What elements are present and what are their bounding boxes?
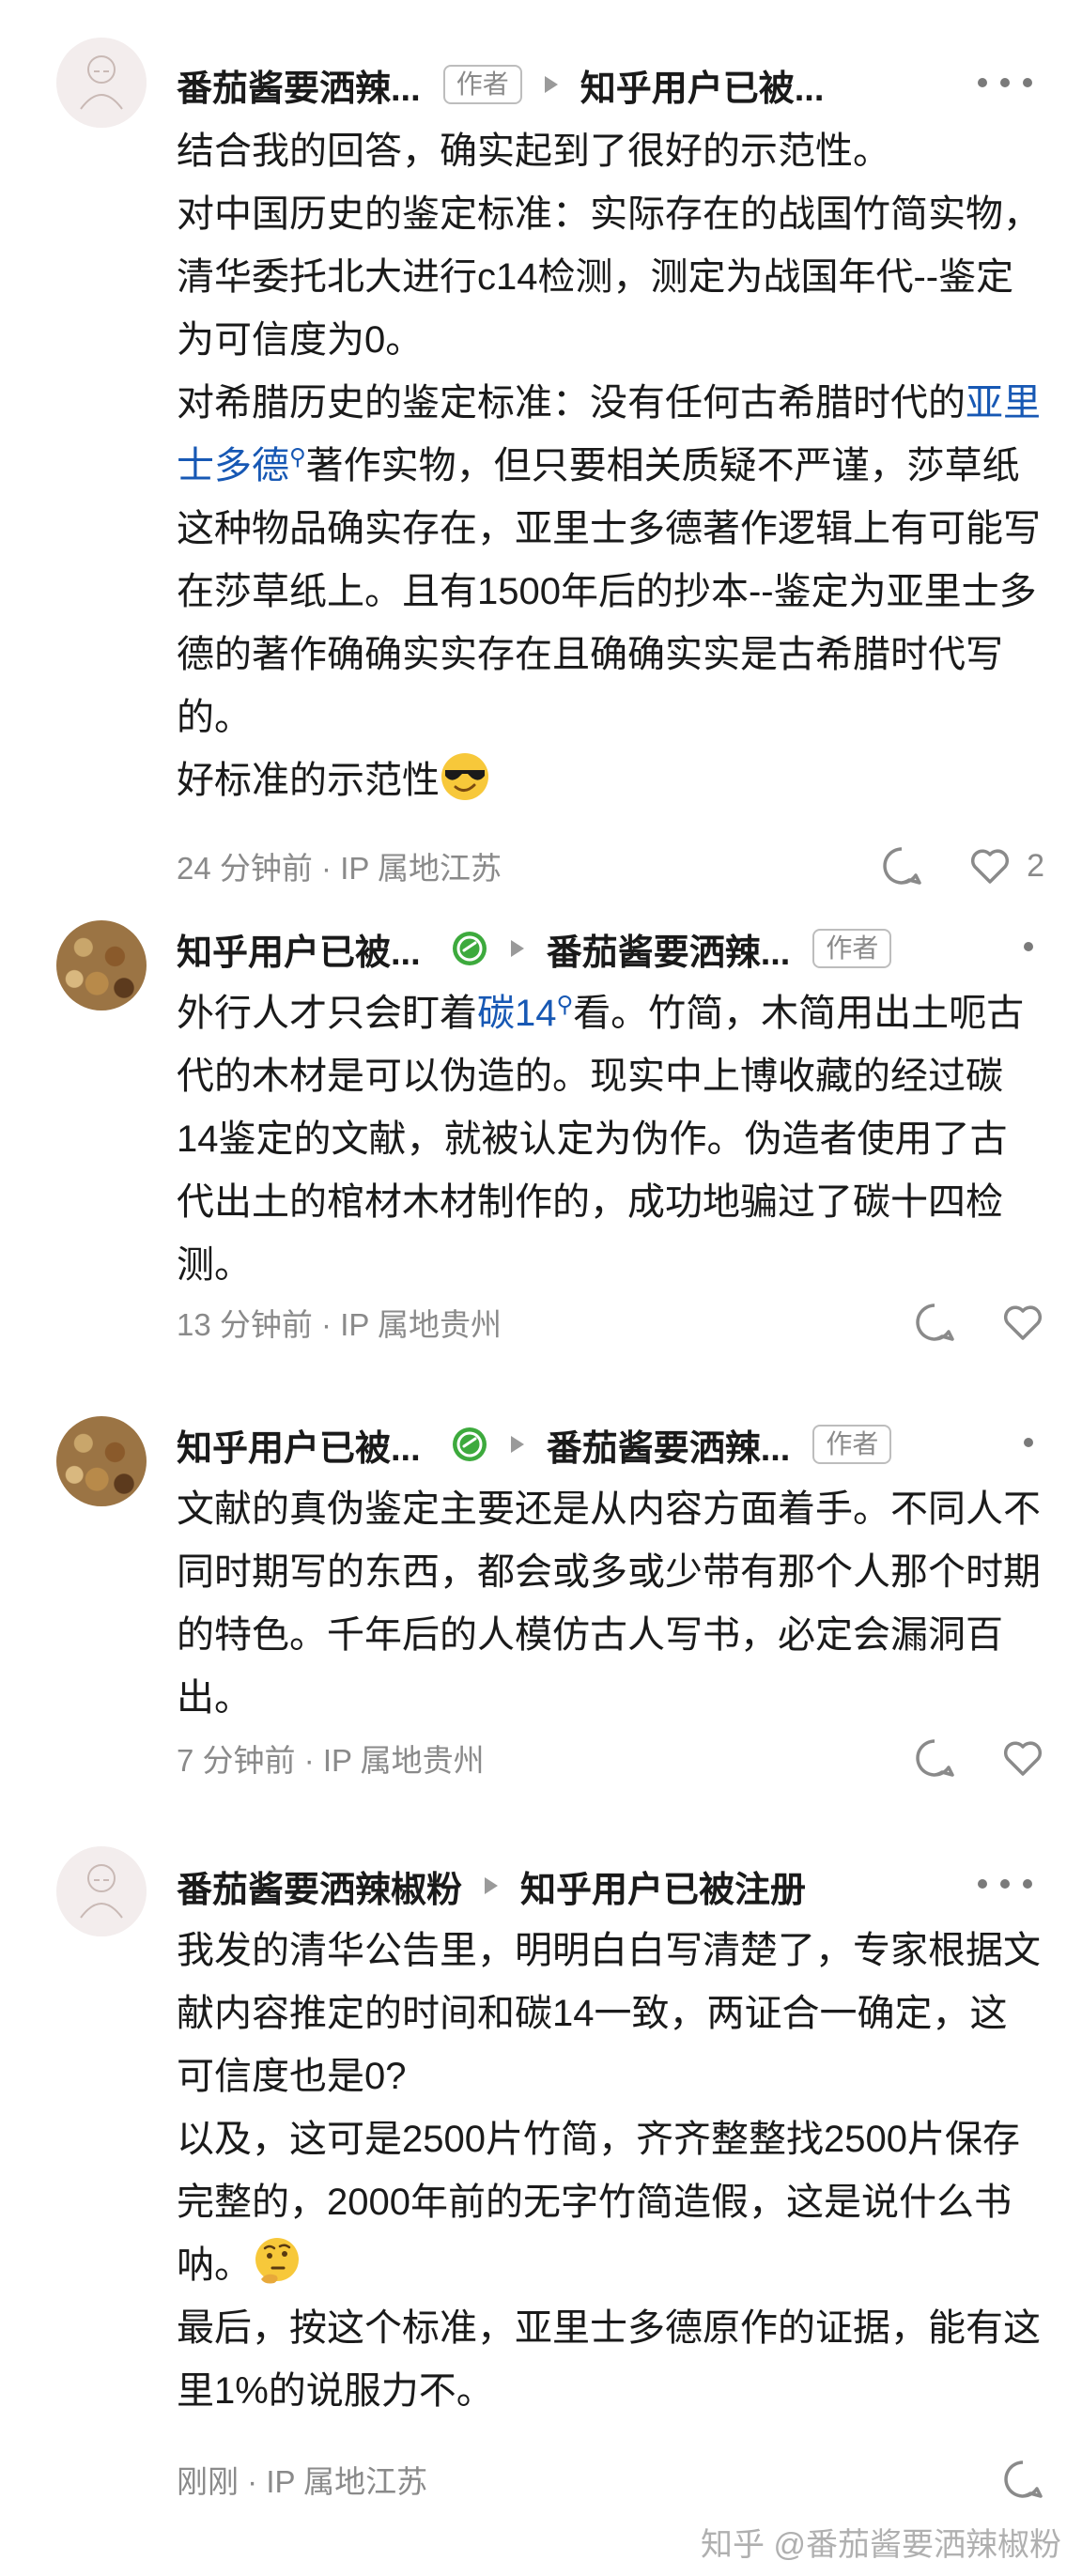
author-badge: 作者 xyxy=(812,929,892,968)
like-button[interactable] xyxy=(1001,1736,1044,1780)
author-badge: 作者 xyxy=(442,65,522,104)
comment-paragraph: 对希腊历史的鉴定标准：没有任何古希腊时代的亚里士多德⚲著作实物，但只要相关质疑不… xyxy=(177,382,1041,738)
comment-paragraph: 最后，按这个标准，亚里士多德原作的证据，能有这里1%的说服力不。 xyxy=(177,2307,1041,2412)
comment-paragraph: 好标准的示范性 xyxy=(177,749,1041,812)
comment-meta: 13 分钟前 · IP 属地贵州 xyxy=(177,1300,1044,1345)
comment-body: 我发的清华公告里，明明白白写清楚了，专家根据文献内容推定的时间和碳14一致，两证… xyxy=(177,1920,1041,2423)
reply-icon[interactable] xyxy=(913,1736,956,1780)
comment-paragraph: 外行人才只会盯着碳14⚲看。竹简，木简用出土呃古代的木材是可以伪造的。现实中上博… xyxy=(177,992,1025,1286)
comment-header: 知乎用户已被... 番茄酱要洒辣... 作者 xyxy=(177,1418,1044,1471)
comment-body: 文献的真伪鉴定主要还是从内容方面着手。不同人不同时期写的东西，都会或多或少带有那… xyxy=(177,1478,1041,1730)
reply-icon[interactable] xyxy=(913,1301,956,1344)
keyword-link[interactable]: 碳14 xyxy=(477,993,557,1034)
author-name[interactable]: 番茄酱要洒辣椒粉 xyxy=(177,1860,462,1912)
like-count: 2 xyxy=(1027,847,1044,884)
comment-paragraph: 我发的清华公告里，明明白白写清楚了，专家根据文献内容推定的时间和碳14一致，两证… xyxy=(177,1930,1041,2097)
verified-badge-icon xyxy=(452,932,487,965)
more-icon[interactable] xyxy=(975,73,1035,92)
author-badge: 作者 xyxy=(812,1425,892,1464)
like-button[interactable]: 2 xyxy=(968,844,1044,887)
watermark: 知乎 @番茄酱要洒辣椒粉 xyxy=(701,2527,1061,2563)
comment-header: 番茄酱要洒辣椒粉 知乎用户已被注册 xyxy=(177,1859,1044,1912)
comment-meta: 7 分钟前 · IP 属地贵州 xyxy=(177,1735,1044,1781)
avatar[interactable] xyxy=(56,1846,147,1936)
comment-time: 7 分钟前 · IP 属地贵州 xyxy=(177,1743,485,1778)
avatar[interactable] xyxy=(56,920,147,1010)
comment-paragraph: 文献的真伪鉴定主要还是从内容方面着手。不同人不同时期写的东西，都会或多或少带有那… xyxy=(177,1489,1041,1719)
reply-arrow-icon xyxy=(510,940,524,957)
reply-arrow-icon xyxy=(544,76,558,93)
reply-to-name[interactable]: 番茄酱要洒辣... xyxy=(547,923,791,975)
comment-time: 24 分钟前 · IP 属地江苏 xyxy=(177,851,502,886)
cartoon-avatar-icon xyxy=(56,1846,147,1936)
thinking-emoji-icon xyxy=(255,2238,299,2284)
verified-badge-icon xyxy=(452,1427,487,1461)
search-icon: ⚲ xyxy=(556,992,574,1018)
heart-icon xyxy=(971,849,1010,884)
search-icon: ⚲ xyxy=(289,444,306,470)
reply-to-name[interactable]: 知乎用户已被... xyxy=(580,59,825,111)
cartoon-avatar-icon xyxy=(56,38,147,128)
author-name[interactable]: 知乎用户已被... xyxy=(177,1419,421,1471)
author-name[interactable]: 知乎用户已被... xyxy=(177,923,421,975)
comment-header: 番茄酱要洒辣... 作者 知乎用户已被... xyxy=(177,58,1044,111)
reply-arrow-icon xyxy=(485,1877,499,1894)
more-icon[interactable] xyxy=(1022,937,1035,956)
comment-time: 13 分钟前 · IP 属地贵州 xyxy=(177,1307,502,1342)
comment-paragraph: 对中国历史的鉴定标准：实际存在的战国竹简实物，清华委托北大进行c14检测，测定为… xyxy=(177,193,1041,361)
like-button[interactable] xyxy=(1001,1301,1044,1344)
comment-paragraph: 结合我的回答，确实起到了很好的示范性。 xyxy=(177,131,890,172)
heart-icon xyxy=(1003,1305,1043,1340)
reply-arrow-icon xyxy=(510,1436,524,1453)
avatar[interactable] xyxy=(56,38,147,128)
reply-to-name[interactable]: 知乎用户已被注册 xyxy=(520,1860,806,1912)
comment-meta: 刚刚 · IP 属地江苏 xyxy=(177,2457,1044,2502)
comment-body: 结合我的回答，确实起到了很好的示范性。 对中国历史的鉴定标准：实际存在的战国竹简… xyxy=(177,120,1041,812)
reply-icon[interactable] xyxy=(880,844,923,887)
comment-paragraph: 以及，这可是2500片竹简，齐齐整整找2500片保存完整的，2000年前的无字竹… xyxy=(177,2119,1020,2286)
sunglasses-emoji-icon xyxy=(441,753,488,800)
more-icon[interactable] xyxy=(975,1874,1035,1893)
reply-to-name[interactable]: 番茄酱要洒辣... xyxy=(547,1419,791,1471)
more-icon[interactable] xyxy=(1022,1433,1035,1452)
heart-icon xyxy=(1003,1741,1043,1776)
comment-time: 刚刚 · IP 属地江苏 xyxy=(177,2464,428,2499)
reply-icon[interactable] xyxy=(1001,2458,1044,2501)
comment-meta: 24 分钟前 · IP 属地江苏 2 xyxy=(177,843,1044,888)
avatar[interactable] xyxy=(56,1416,147,1506)
comment-header: 知乎用户已被... 番茄酱要洒辣... 作者 xyxy=(177,922,1044,975)
comment-body: 外行人才只会盯着碳14⚲看。竹简，木简用出土呃古代的木材是可以伪造的。现实中上博… xyxy=(177,982,1041,1297)
author-name[interactable]: 番茄酱要洒辣... xyxy=(177,59,421,111)
